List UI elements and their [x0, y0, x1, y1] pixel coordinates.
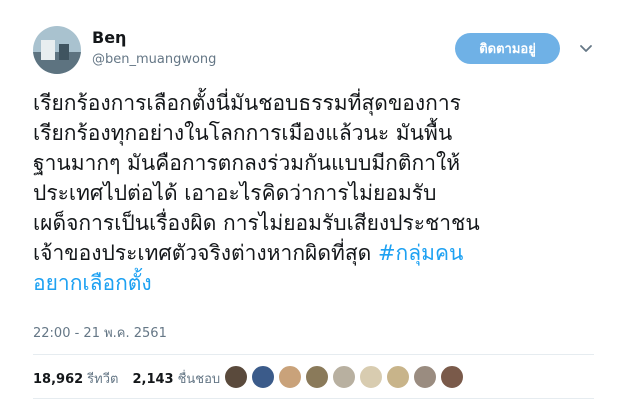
liker-avatar[interactable] [332, 365, 356, 389]
hashtag-link[interactable]: อยากเลือกตั้ง [33, 271, 152, 295]
tweet-stats: 18,962 รีทวีต 2,143 ชื่นชอบ [33, 368, 220, 389]
display-name[interactable]: Beη [92, 28, 126, 47]
chevron-down-icon[interactable] [578, 40, 594, 56]
liker-avatars [224, 365, 467, 389]
hashtag-link[interactable]: #กลุ่มคน [378, 241, 463, 265]
divider [33, 354, 594, 355]
avatar-image [33, 26, 81, 74]
tweet-line-text: ประเทศไปต่อได้ เอาอะไรคิดว่าการไม่ยอมรับ [33, 181, 437, 205]
liker-avatar[interactable] [305, 365, 329, 389]
tweet-line-text: เรียกร้องการเลือกตั้งนี่มันชอบธรรมที่สุด… [33, 91, 461, 115]
tweet-line: เผด็จการเป็นเรื่องผิด การไม่ยอมรับเสียงป… [33, 208, 598, 238]
tweet-line-text: ฐานมากๆ มันคือการตกลงร่วมกันแบบมีกติกาให… [33, 151, 461, 175]
tweet-line-text: เผด็จการเป็นเรื่องผิด การไม่ยอมรับเสียงป… [33, 211, 480, 235]
likes-stat[interactable]: 2,143 ชื่นชอบ [132, 368, 220, 389]
liker-avatar[interactable] [440, 365, 464, 389]
user-handle[interactable]: @ben_muangwong [92, 52, 216, 67]
tweet-line: เรียกร้องการเลือกตั้งนี่มันชอบธรรมที่สุด… [33, 88, 598, 118]
tweet-line: เรียกร้องทุกอย่างในโลกการเมืองแล้วนะ มัน… [33, 118, 598, 148]
tweet-timestamp[interactable]: 22:00 - 21 พ.ค. 2561 [33, 322, 167, 343]
tweet-line: อยากเลือกตั้ง [33, 268, 598, 298]
tweet-line: ประเทศไปต่อได้ เอาอะไรคิดว่าการไม่ยอมรับ [33, 178, 598, 208]
liker-avatar[interactable] [251, 365, 275, 389]
tweet-line: ฐานมากๆ มันคือการตกลงร่วมกันแบบมีกติกาให… [33, 148, 598, 178]
avatar[interactable] [33, 26, 81, 74]
liker-avatar[interactable] [278, 365, 302, 389]
liker-avatar[interactable] [386, 365, 410, 389]
likes-count: 2,143 [132, 372, 174, 387]
liker-avatar[interactable] [359, 365, 383, 389]
likes-label: ชื่นชอบ [177, 372, 221, 387]
liker-avatar[interactable] [413, 365, 437, 389]
liker-avatar[interactable] [224, 365, 248, 389]
tweet-text: เรียกร้องการเลือกตั้งนี่มันชอบธรรมที่สุด… [33, 88, 598, 298]
retweets-label: รีทวีต [87, 372, 119, 387]
tweet-line-text: เรียกร้องทุกอย่างในโลกการเมืองแล้วนะ มัน… [33, 121, 453, 145]
following-button[interactable]: ติดตามอยู่ [455, 33, 560, 64]
retweets-count: 18,962 [33, 372, 84, 387]
retweets-stat[interactable]: 18,962 รีทวีต [33, 368, 118, 389]
divider [33, 398, 594, 399]
tweet-line: เจ้าของประเทศตัวจริงต่างหากผิดที่สุด #กล… [33, 238, 598, 268]
tweet-line-text: เจ้าของประเทศตัวจริงต่างหากผิดที่สุด [33, 241, 378, 265]
